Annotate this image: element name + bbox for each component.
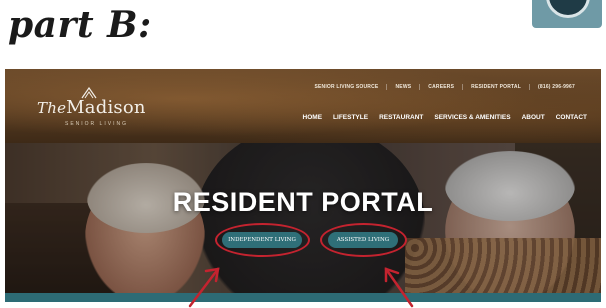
nav-restaurant[interactable]: RESTAURANT (379, 114, 423, 121)
annotation-circle-independent (215, 223, 310, 257)
annotation-circle-assisted (320, 223, 407, 257)
util-nav-resident-portal[interactable]: RESIDENT PORTAL (462, 84, 529, 90)
hero-title: RESIDENT PORTAL (172, 187, 434, 217)
logo-subtitle: SENIOR LIVING (65, 121, 128, 127)
util-nav-phone[interactable]: (816) 296-9967 (529, 84, 583, 90)
utility-nav: SENIOR LIVING SOURCE NEWS CAREERS RESIDE… (306, 84, 583, 90)
nav-lifestyle[interactable]: LIFESTYLE (333, 114, 368, 121)
chat-widget-button[interactable] (532, 0, 602, 28)
nav-home[interactable]: HOME (303, 114, 323, 121)
logo-name: TheMadison (37, 97, 146, 118)
hero-overlay (5, 143, 601, 293)
util-nav-senior-living-source[interactable]: SENIOR LIVING SOURCE (306, 84, 386, 90)
site-header: TheMadison SENIOR LIVING SENIOR LIVING S… (5, 69, 601, 143)
site-logo[interactable]: TheMadison SENIOR LIVING (37, 87, 157, 133)
chat-bubble-icon (546, 0, 590, 18)
nav-about[interactable]: ABOUT (522, 114, 545, 121)
hero-banner: RESIDENT PORTAL INDEPENDENT LIVING ASSIS… (5, 143, 601, 293)
nav-contact[interactable]: CONTACT (556, 114, 587, 121)
logo-name-prefix: The (37, 99, 67, 117)
util-nav-careers[interactable]: CAREERS (419, 84, 462, 90)
nav-services-amenities[interactable]: SERVICES & AMENITIES (434, 114, 510, 121)
logo-name-main: Madison (66, 97, 146, 118)
util-nav-news[interactable]: NEWS (386, 84, 419, 90)
hero-bottom-bar (5, 293, 601, 302)
annotation-heading: part B: (8, 4, 152, 46)
website-screenshot: TheMadison SENIOR LIVING SENIOR LIVING S… (5, 69, 601, 302)
main-nav: HOME LIFESTYLE RESTAURANT SERVICES & AME… (292, 114, 587, 121)
